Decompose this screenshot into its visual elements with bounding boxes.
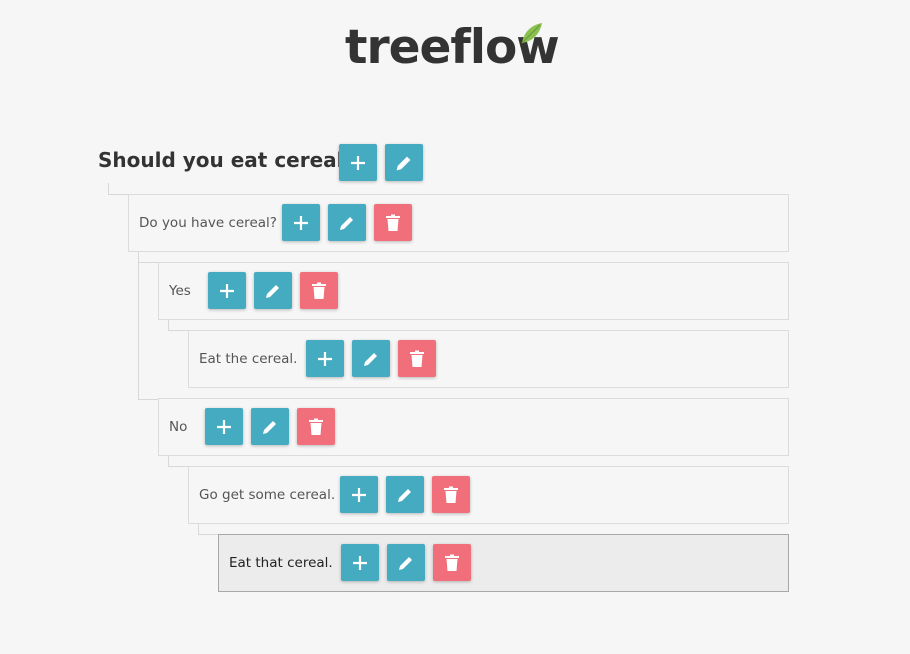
pencil-icon bbox=[396, 486, 414, 504]
node-delete-button[interactable] bbox=[300, 272, 338, 309]
tree-node-label: No bbox=[169, 419, 188, 435]
tree-node[interactable]: Go get some cereal. bbox=[188, 466, 789, 524]
node-delete-button[interactable] bbox=[297, 408, 335, 445]
node-edit-button[interactable] bbox=[254, 272, 292, 309]
pencil-icon bbox=[261, 418, 279, 436]
plus-icon bbox=[292, 214, 310, 232]
plus-icon bbox=[218, 282, 236, 300]
tree-node-label: Eat that cereal. bbox=[229, 555, 333, 571]
plus-icon bbox=[215, 418, 233, 436]
tree-root-title: Should you eat cereal? bbox=[98, 148, 356, 172]
pencil-icon bbox=[397, 554, 415, 572]
tree-node[interactable]: Do you have cereal? bbox=[128, 194, 789, 252]
trash-icon bbox=[308, 418, 324, 436]
tree-node-label: Go get some cereal. bbox=[199, 487, 336, 503]
pencil-icon bbox=[362, 350, 380, 368]
tree-node[interactable]: Eat the cereal. bbox=[188, 330, 789, 388]
node-edit-button[interactable] bbox=[387, 544, 425, 581]
node-delete-button[interactable] bbox=[432, 476, 470, 513]
tree-node-label: Yes bbox=[169, 283, 191, 299]
trash-icon bbox=[409, 350, 425, 368]
node-add-button[interactable] bbox=[282, 204, 320, 241]
tree-node-label: Eat the cereal. bbox=[199, 351, 298, 367]
node-edit-button[interactable] bbox=[352, 340, 390, 377]
node-delete-button[interactable] bbox=[398, 340, 436, 377]
node-edit-button[interactable] bbox=[251, 408, 289, 445]
tree-node-selected[interactable]: Eat that cereal. bbox=[218, 534, 789, 592]
pencil-icon bbox=[338, 214, 356, 232]
node-edit-button[interactable] bbox=[386, 476, 424, 513]
node-add-button[interactable] bbox=[306, 340, 344, 377]
trash-icon bbox=[444, 554, 460, 572]
trash-icon bbox=[311, 282, 327, 300]
pencil-icon bbox=[395, 154, 413, 172]
node-edit-button[interactable] bbox=[328, 204, 366, 241]
plus-icon bbox=[350, 486, 368, 504]
node-add-button[interactable] bbox=[205, 408, 243, 445]
node-add-button[interactable] bbox=[340, 476, 378, 513]
tree-node[interactable]: Yes bbox=[158, 262, 789, 320]
root-add-button[interactable] bbox=[339, 144, 377, 181]
plus-icon bbox=[351, 554, 369, 572]
pencil-icon bbox=[264, 282, 282, 300]
node-delete-button[interactable] bbox=[374, 204, 412, 241]
trash-icon bbox=[385, 214, 401, 232]
plus-icon bbox=[316, 350, 334, 368]
node-delete-button[interactable] bbox=[433, 544, 471, 581]
node-add-button[interactable] bbox=[341, 544, 379, 581]
node-add-button[interactable] bbox=[208, 272, 246, 309]
leaf-icon bbox=[518, 21, 544, 47]
root-edit-button[interactable] bbox=[385, 144, 423, 181]
tree-node-label: Do you have cereal? bbox=[139, 215, 277, 231]
plus-icon bbox=[349, 154, 367, 172]
trash-icon bbox=[443, 486, 459, 504]
